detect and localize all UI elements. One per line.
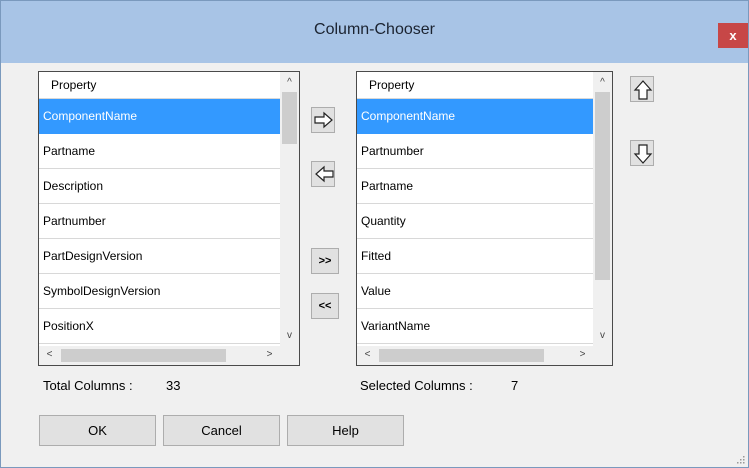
- scrollbar-thumb[interactable]: [595, 92, 610, 280]
- arrow-down-icon: [633, 144, 653, 164]
- add-column-button[interactable]: [311, 107, 335, 133]
- scroll-right-icon[interactable]: >: [575, 349, 590, 361]
- remove-column-button[interactable]: [311, 161, 335, 187]
- cancel-button[interactable]: Cancel: [163, 415, 280, 446]
- available-columns-list[interactable]: Property ComponentName Partname Descriptio…: [38, 71, 300, 366]
- scrollbar-thumb[interactable]: [379, 349, 544, 362]
- total-columns-label: Total Columns :: [43, 378, 133, 393]
- resize-grip-icon[interactable]: [735, 454, 745, 464]
- scrollbar-corner: [280, 346, 299, 365]
- close-icon: x: [729, 28, 737, 43]
- scrollbar-thumb[interactable]: [61, 349, 226, 362]
- ok-button[interactable]: OK: [39, 415, 156, 446]
- selected-columns-label: Selected Columns :: [360, 378, 473, 393]
- available-columns-header[interactable]: Property: [39, 72, 280, 99]
- move-down-button[interactable]: [630, 140, 654, 166]
- total-columns-value: 33: [166, 378, 181, 393]
- selected-horizontal-scrollbar[interactable]: < >: [357, 346, 593, 365]
- move-up-button[interactable]: [630, 76, 654, 102]
- list-item[interactable]: Partname: [39, 134, 280, 169]
- selected-columns-value: 7: [511, 378, 519, 393]
- list-item[interactable]: Quantity: [357, 204, 593, 239]
- arrow-right-icon: [314, 111, 333, 129]
- window-title: Column-Chooser: [314, 21, 435, 38]
- add-all-button[interactable]: >>: [311, 248, 339, 274]
- list-item[interactable]: Description: [39, 169, 280, 204]
- list-item[interactable]: ComponentName: [357, 99, 593, 134]
- available-vertical-scrollbar[interactable]: ^ v: [280, 72, 299, 346]
- scrollbar-thumb[interactable]: [282, 92, 297, 144]
- scroll-up-icon[interactable]: ^: [282, 77, 297, 89]
- list-item[interactable]: Value: [357, 274, 593, 309]
- remove-all-button[interactable]: <<: [311, 293, 339, 319]
- scroll-left-icon[interactable]: <: [360, 349, 375, 361]
- list-item[interactable]: VariantName: [357, 309, 593, 344]
- list-item[interactable]: Partnumber: [39, 204, 280, 239]
- close-button[interactable]: x: [718, 23, 748, 48]
- scroll-down-icon[interactable]: v: [282, 330, 297, 342]
- list-item[interactable]: Fitted: [357, 239, 593, 274]
- list-item[interactable]: SymbolDesignVersion: [39, 274, 280, 309]
- arrow-up-icon: [633, 80, 653, 100]
- list-item[interactable]: ComponentName: [39, 99, 280, 134]
- list-item[interactable]: PositionX: [39, 309, 280, 344]
- column-chooser-dialog: Column-Chooser x Property ComponentName P…: [0, 0, 749, 468]
- scroll-up-icon[interactable]: ^: [595, 77, 610, 89]
- selected-vertical-scrollbar[interactable]: ^ v: [593, 72, 612, 346]
- scroll-left-icon[interactable]: <: [42, 349, 57, 361]
- list-item[interactable]: Partnumber: [357, 134, 593, 169]
- selected-columns-header[interactable]: Property: [357, 72, 593, 99]
- selected-columns-list[interactable]: Property ComponentName Partnumber Partname…: [356, 71, 613, 366]
- title-bar[interactable]: Column-Chooser x: [1, 1, 748, 63]
- help-button[interactable]: Help: [287, 415, 404, 446]
- scrollbar-corner: [593, 346, 612, 365]
- arrow-left-icon: [315, 165, 334, 183]
- list-item[interactable]: Partname: [357, 169, 593, 204]
- list-item[interactable]: PartDesignVersion: [39, 239, 280, 274]
- available-horizontal-scrollbar[interactable]: < >: [39, 346, 280, 365]
- scroll-right-icon[interactable]: >: [262, 349, 277, 361]
- scroll-down-icon[interactable]: v: [595, 330, 610, 342]
